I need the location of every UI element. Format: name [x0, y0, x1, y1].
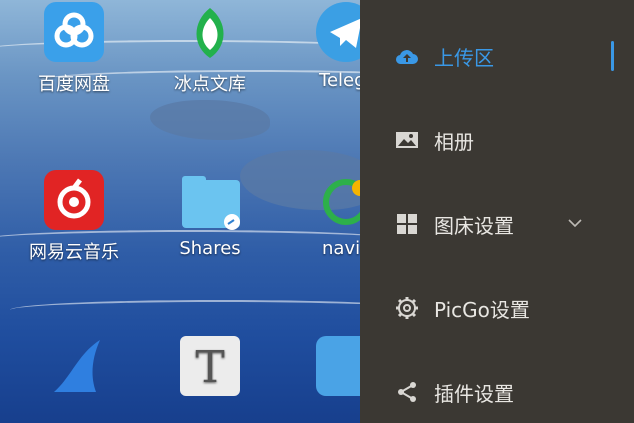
app-tile-icon — [316, 336, 360, 396]
app-label: Telegr — [319, 70, 360, 91]
sidebar-item-label: 插件设置 — [434, 381, 514, 406]
app-baidu-netdisk[interactable]: 百度网盘 — [14, 2, 134, 96]
shared-folder-icon — [180, 170, 240, 230]
navicat-icon — [316, 170, 360, 230]
svg-text:T: T — [195, 342, 224, 393]
sidebar-item-label: 相册 — [434, 129, 474, 154]
grid-icon — [394, 211, 420, 237]
picgo-sidebar: 上传区 相册 图床设置 PicGo设置 插件设置 — [360, 0, 634, 423]
telegram-icon — [316, 2, 360, 62]
app-label: 冰点文库 — [174, 74, 246, 95]
active-indicator — [611, 41, 614, 71]
sidebar-item-upload[interactable]: 上传区 — [360, 31, 634, 81]
app-shark[interactable] — [14, 336, 134, 404]
app-bingdian-wenku[interactable]: 冰点文库 — [150, 2, 270, 96]
desktop-wallpaper: 百度网盘 冰点文库 Telegr 网易云音乐 Shares navic — [0, 0, 360, 423]
app-label: Shares — [179, 238, 241, 259]
sidebar-item-label: 上传区 — [434, 45, 494, 70]
app-label: 网易云音乐 — [29, 242, 119, 263]
image-icon — [394, 127, 420, 153]
shark-fin-icon — [44, 336, 104, 396]
netease-music-icon — [44, 170, 104, 230]
cloud-upload-icon — [394, 43, 420, 69]
bingdian-icon — [180, 2, 240, 62]
sidebar-item-picgo-settings[interactable]: PicGo设置 — [360, 283, 634, 333]
app-unknown[interactable] — [286, 336, 360, 404]
gear-icon — [394, 295, 420, 321]
sidebar-item-label: 图床设置 — [434, 213, 514, 238]
wallpaper-island — [150, 100, 270, 140]
app-label: navic — [322, 238, 360, 259]
wallpaper-wave — [10, 300, 360, 320]
baidu-netdisk-icon — [44, 2, 104, 62]
app-netease-music[interactable]: 网易云音乐 — [14, 170, 134, 264]
typora-icon: T — [180, 336, 240, 396]
sidebar-item-gallery[interactable]: 相册 — [360, 115, 634, 165]
share-icon — [394, 379, 420, 405]
app-telegram[interactable]: Telegr — [286, 2, 360, 91]
app-label: 百度网盘 — [38, 74, 110, 95]
app-navicat[interactable]: navic — [286, 170, 360, 259]
app-typora[interactable]: T — [150, 336, 270, 404]
chevron-down-icon[interactable] — [568, 216, 582, 232]
sidebar-item-picbed-settings[interactable]: 图床设置 — [360, 199, 634, 249]
sidebar-item-label: PicGo设置 — [434, 297, 530, 322]
app-shares-folder[interactable]: Shares — [150, 170, 270, 259]
sidebar-item-plugin-settings[interactable]: 插件设置 — [360, 367, 634, 417]
